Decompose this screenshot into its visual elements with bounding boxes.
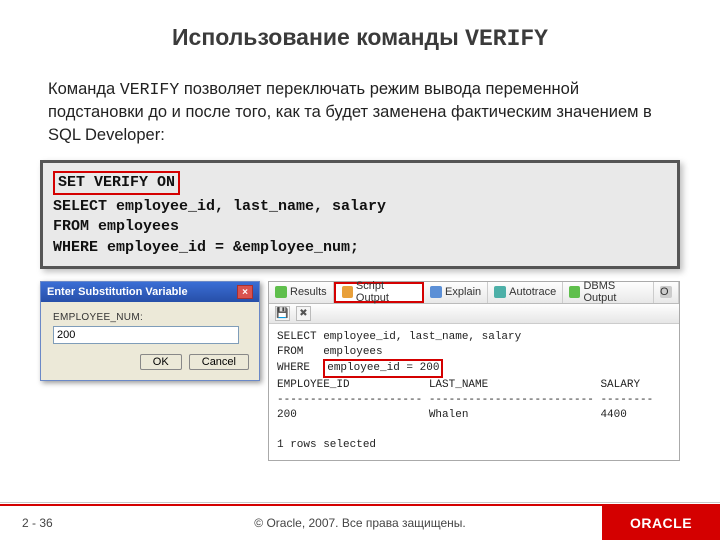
sql-code-block: SET VERIFY ON SELECT employee_id, last_n… [40,160,680,269]
tab-dbms-output[interactable]: DBMS Output [563,282,654,303]
autotrace-icon [494,286,506,298]
out-l2: FROM employees [277,346,383,358]
code-highlight-setverify: SET VERIFY ON [53,171,180,195]
cancel-button[interactable]: Cancel [189,354,249,370]
title-prefix: Использование команды [172,24,465,50]
dbms-icon [569,286,580,298]
oracle-logo: ORACLE [602,506,720,540]
tab-explain-label: Explain [445,286,481,298]
out-l6: 200 Whalen 4400 [277,409,627,421]
out-highlight-where: employee_id = 200 [323,359,443,378]
explain-icon [430,286,442,298]
substitution-input[interactable] [53,326,239,344]
out-l8: 1 rows selected [277,439,376,451]
dialog-buttons: OK Cancel [41,348,259,380]
ok-button[interactable]: OK [140,354,182,370]
save-output-icon[interactable]: 💾 [275,306,290,321]
substitution-dialog: Enter Substitution Variable × EMPLOYEE_N… [40,281,260,381]
code-line-4: WHERE employee_id = &employee_num; [53,239,359,256]
code-line-3: FROM employees [53,218,179,235]
close-icon[interactable]: × [237,285,253,299]
out-l4: EMPLOYEE_ID LAST_NAME SALARY [277,379,640,391]
tab-dbms-label: DBMS Output [583,280,647,304]
owa-icon: O [660,286,672,298]
slide-title: Использование команды VERIFY [0,0,720,60]
tab-results[interactable]: Results [269,282,334,303]
output-toolbar: 💾 ✖ [269,304,679,324]
tab-results-label: Results [290,286,327,298]
tab-explain[interactable]: Explain [424,282,488,303]
output-panel: Results Script Output Explain Autotrace … [268,281,680,461]
out-l3a: WHERE [277,362,323,374]
results-icon [275,286,287,298]
tab-script-label: Script Output [356,280,416,304]
dialog-title-text: Enter Substitution Variable [47,286,188,298]
body-verify: VERIFY [120,80,179,99]
tab-autotrace-label: Autotrace [509,286,556,298]
lower-area: Enter Substitution Variable × EMPLOYEE_N… [40,281,680,461]
output-tabs: Results Script Output Explain Autotrace … [269,282,679,304]
script-output-text: SELECT employee_id, last_name, salary FR… [269,324,679,460]
dialog-body: EMPLOYEE_NUM: [41,302,259,348]
clear-output-icon[interactable]: ✖ [296,306,311,321]
slide: Использование команды VERIFY Команда VER… [0,0,720,540]
body-paragraph: Команда VERIFY позволяет переключать реж… [0,60,720,146]
body-part1: Команда [48,80,120,98]
dialog-titlebar: Enter Substitution Variable × [41,282,259,302]
out-l1: SELECT employee_id, last_name, salary [277,331,521,343]
tab-script-output[interactable]: Script Output [334,282,424,303]
tab-autotrace[interactable]: Autotrace [488,282,563,303]
title-cmd: VERIFY [465,26,548,52]
out-l5: ---------------------- -----------------… [277,394,653,406]
script-output-icon [342,286,353,298]
dialog-field-label: EMPLOYEE_NUM: [53,312,247,323]
code-line-2: SELECT employee_id, last_name, salary [53,198,386,215]
tab-owa[interactable]: O [654,282,679,303]
